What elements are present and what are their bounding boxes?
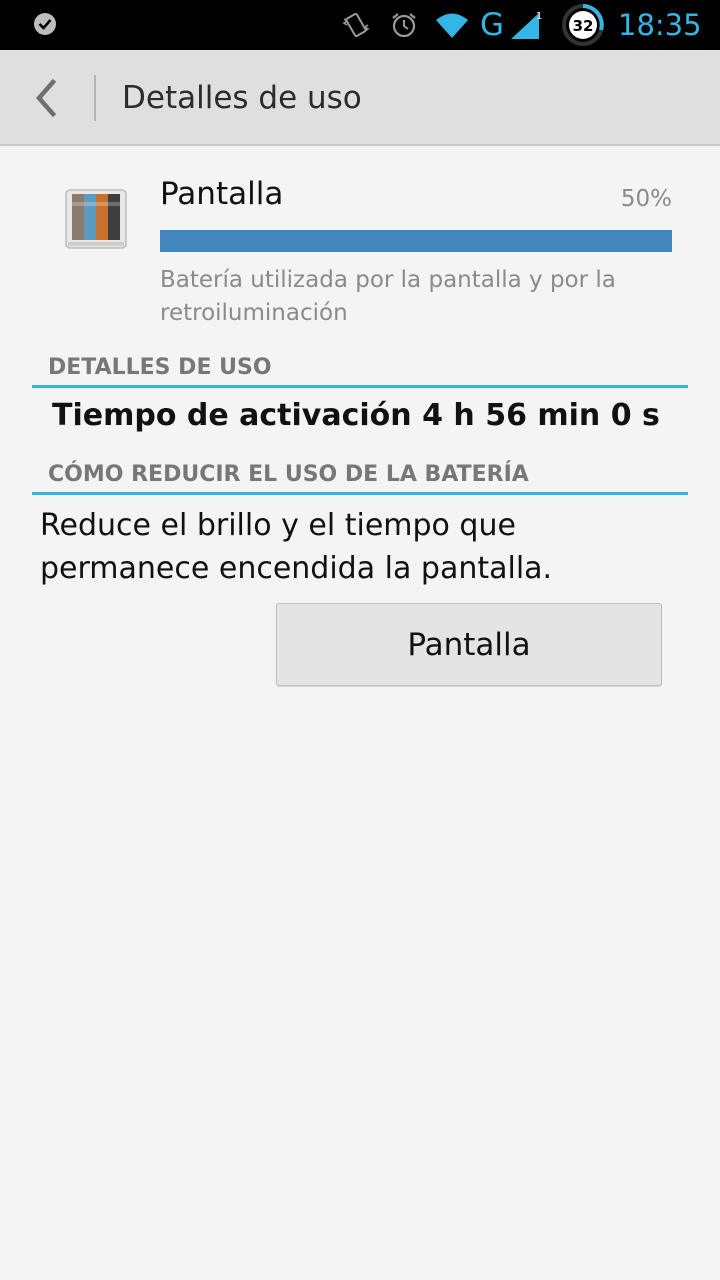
item-percent: 50% xyxy=(620,186,672,212)
wifi-icon xyxy=(432,0,472,50)
item-description: Batería utilizada por la pantalla y por … xyxy=(160,267,616,326)
alarm-icon xyxy=(386,0,422,50)
display-icon xyxy=(64,188,128,252)
back-button[interactable] xyxy=(18,70,74,126)
reduce-usage-tip: Reduce el brillo y el tiempo que permane… xyxy=(40,508,553,586)
action-bar: Detalles de uso xyxy=(0,50,720,146)
section-header-reduce-usage: CÓMO REDUCIR EL USO DE LA BATERÍA xyxy=(32,458,688,495)
action-bar-divider xyxy=(94,75,96,121)
notification-check-icon xyxy=(28,0,62,50)
signal-data-indicator: 1 xyxy=(536,11,542,22)
item-name: Pantalla xyxy=(160,176,284,212)
vibrate-icon xyxy=(338,0,374,50)
network-type: G xyxy=(479,7,505,43)
activation-time: Tiempo de activación 4 h 56 min 0 s xyxy=(52,398,660,433)
display-settings-button[interactable]: Pantalla xyxy=(276,603,662,686)
usage-progress-bar xyxy=(160,230,672,252)
status-time: 18:35 xyxy=(618,8,702,42)
section-header-usage-details: DETALLES DE USO xyxy=(32,351,688,388)
chevron-left-icon xyxy=(36,78,57,118)
battery-level: 32 xyxy=(573,17,594,35)
section-header-label: DETALLES DE USO xyxy=(48,355,272,380)
battery-icon: 32 xyxy=(558,0,608,50)
status-bar: G 1 32 18:35 xyxy=(0,0,720,50)
signal-icon: 1 xyxy=(508,0,544,50)
page-title: Detalles de uso xyxy=(122,80,362,116)
usage-progress-fill xyxy=(160,230,672,252)
section-header-label: CÓMO REDUCIR EL USO DE LA BATERÍA xyxy=(48,462,529,487)
